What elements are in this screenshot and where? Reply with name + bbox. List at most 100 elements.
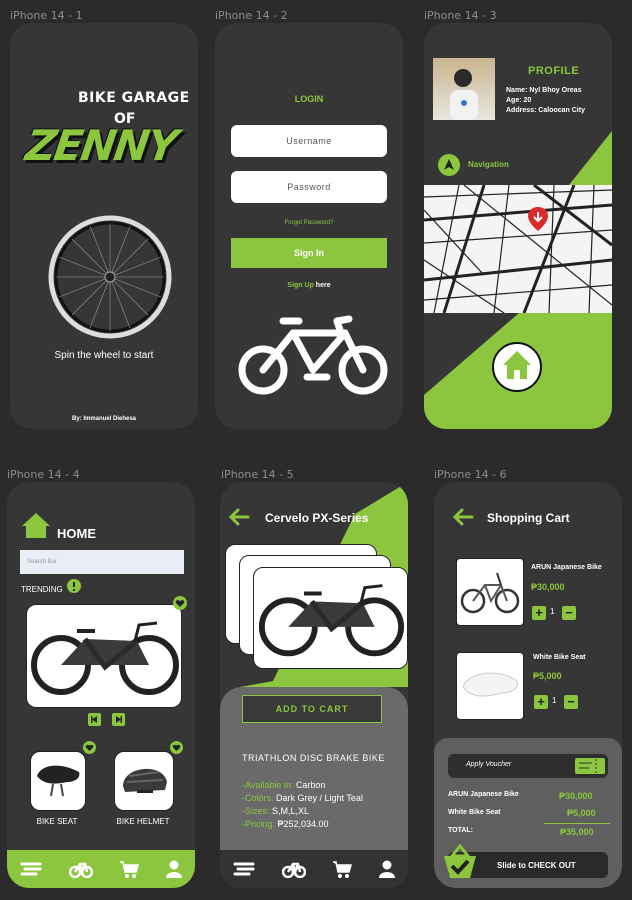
navigation-map[interactable]	[424, 183, 612, 314]
basket-check-icon[interactable]	[440, 844, 480, 880]
cart-item-image-1	[456, 558, 524, 626]
product-specs: -Available in: Carbon -Colors: Dark Grey…	[242, 779, 363, 831]
cart-item-name-1: ARUN Japanese Bike	[531, 564, 602, 571]
summary-label-2: White Bike Seat	[448, 809, 501, 816]
password-field[interactable]: Password	[231, 171, 387, 203]
checkout-label: Slide to CHECK OUT	[497, 861, 576, 870]
voucher-field[interactable]: Apply Voucher	[448, 754, 608, 778]
forgot-password-link[interactable]: Forgot Password?	[215, 220, 403, 226]
summary-label-total: TOTAL:	[448, 827, 474, 834]
login-title: LOGIN	[294, 94, 324, 104]
bike-nav-icon[interactable]	[68, 860, 93, 878]
cart-item-image-2	[456, 652, 524, 720]
frame-label-4: iPhone 14 - 4	[7, 468, 80, 481]
home-screen: HOME Search Bar TRENDING BIKE SEAT BIKE …	[7, 482, 195, 888]
wheel-icon[interactable]	[48, 215, 172, 339]
logo-zenny: ZENNY	[22, 121, 180, 170]
bike-seat-label: BIKE SEAT	[36, 817, 78, 826]
profile-name: Name: Nyl Bhoy Oreas	[506, 87, 582, 94]
summary-divider	[544, 823, 610, 824]
cart-item-price-1: ₱30,000	[531, 582, 565, 592]
splash-screen: BIKE GARAGE OF ZENNY Spin the wheel to s…	[10, 23, 198, 429]
author-credit: By: Immanuel Diehesa	[71, 416, 137, 422]
add-to-cart-button[interactable]: ADD TO CART	[242, 695, 382, 723]
frame-label-1: iPhone 14 - 1	[10, 9, 83, 22]
summary-label-1: ARUN Japanese Bike	[448, 791, 519, 798]
menu-icon[interactable]	[20, 862, 42, 876]
frame-label-5: iPhone 14 - 5	[221, 468, 294, 481]
search-bar[interactable]: Search Bar	[20, 550, 184, 574]
next-icon[interactable]	[112, 713, 125, 726]
sizes-value: S,M,L,XL	[272, 806, 310, 816]
previous-icon[interactable]	[88, 713, 101, 726]
cart-nav-icon[interactable]	[332, 860, 353, 878]
bike-helmet-favorite-icon[interactable]	[170, 741, 183, 754]
menu-icon[interactable]	[233, 862, 255, 876]
increase-qty-button[interactable]: +	[534, 695, 548, 709]
profile-screen: PROFILE Name: Nyl Bhoy Oreas Age: 20 Add…	[424, 23, 612, 429]
bike-seat-card[interactable]	[30, 751, 86, 811]
cart-item-qty-2: 1	[552, 696, 557, 705]
profile-age: Age: 20	[506, 97, 532, 104]
login-screen: LOGIN Username Password Forgot Password?…	[215, 23, 403, 429]
username-field[interactable]: Username	[231, 125, 387, 157]
increase-qty-button[interactable]: +	[532, 606, 546, 620]
cart-item-name-2: White Bike Seat	[533, 654, 586, 661]
bicycle-icon	[237, 315, 389, 397]
navigation-label: Navigation	[468, 160, 509, 169]
home-title-icon	[22, 512, 50, 538]
summary-value-2: ₱5,000	[567, 808, 596, 818]
colors-value: Dark Grey / Light Teal	[276, 793, 363, 803]
bike-seat-favorite-icon[interactable]	[83, 741, 96, 754]
logo-line1: BIKE GARAGE	[78, 90, 190, 106]
profile-photo	[433, 58, 495, 120]
product-image-card-main[interactable]	[253, 567, 408, 669]
trending-badge-icon	[67, 579, 81, 593]
navigation-icon[interactable]	[438, 154, 460, 176]
home-title: HOME	[57, 526, 96, 541]
product-title: Cervelo PX-Series	[265, 511, 369, 525]
profile-address: Address: Caloocan City	[506, 107, 585, 114]
user-nav-icon[interactable]	[165, 860, 182, 878]
product-name: TRIATHLON DISC BRAKE BIKE	[242, 753, 385, 763]
pricing-value: ₱252,034.00	[277, 819, 329, 829]
back-arrow-icon[interactable]	[452, 508, 474, 526]
summary-value-1: ₱30,000	[559, 791, 593, 801]
summary-value-total: ₱35,000	[560, 827, 594, 837]
colors-label: -Colors:	[242, 793, 277, 803]
bike-nav-icon[interactable]	[281, 860, 306, 878]
cart-screen: Shopping Cart ARUN Japanese Bike ₱30,000…	[434, 482, 622, 888]
frame-label-2: iPhone 14 - 2	[215, 9, 288, 22]
available-value: Carbon	[295, 780, 326, 790]
profile-title: PROFILE	[528, 65, 580, 77]
frame-label-3: iPhone 14 - 3	[424, 9, 497, 22]
sizes-label: -Sizes:	[242, 806, 273, 816]
sign-in-button[interactable]: Sign In	[231, 238, 387, 268]
decrease-qty-button[interactable]: −	[562, 606, 576, 620]
trending-label: TRENDING	[21, 585, 63, 594]
sign-up-link[interactable]: Sign Up	[287, 282, 313, 289]
sign-up-suffix: here	[313, 282, 331, 289]
user-nav-icon[interactable]	[378, 860, 395, 878]
cart-title: Shopping Cart	[487, 511, 570, 525]
cart-item-price-2: ₱5,000	[533, 671, 562, 681]
back-arrow-icon[interactable]	[228, 508, 250, 526]
bike-helmet-card[interactable]	[114, 751, 174, 811]
sign-up-row: Sign Up here	[215, 282, 403, 289]
trending-product-card[interactable]	[26, 604, 182, 708]
bottom-nav	[220, 850, 408, 888]
tagline: Spin the wheel to start	[54, 350, 154, 361]
decrease-qty-button[interactable]: −	[564, 695, 578, 709]
bike-helmet-label: BIKE HELMET	[116, 817, 170, 826]
voucher-ticket-icon	[575, 758, 605, 774]
product-screen: Cervelo PX-Series ADD TO CART TRIATHLON …	[220, 482, 408, 888]
favorite-icon[interactable]	[173, 596, 187, 610]
voucher-placeholder: Apply Voucher	[466, 761, 512, 768]
home-icon[interactable]	[491, 341, 543, 393]
bottom-nav	[7, 850, 195, 888]
profile-details: Name: Nyl Bhoy Oreas Age: 20 Address: Ca…	[506, 86, 585, 116]
pricing-label: -Pricing:	[242, 819, 278, 829]
available-label: -Available in:	[242, 780, 296, 790]
cart-item-qty-1: 1	[550, 607, 555, 616]
cart-nav-icon[interactable]	[119, 860, 140, 878]
